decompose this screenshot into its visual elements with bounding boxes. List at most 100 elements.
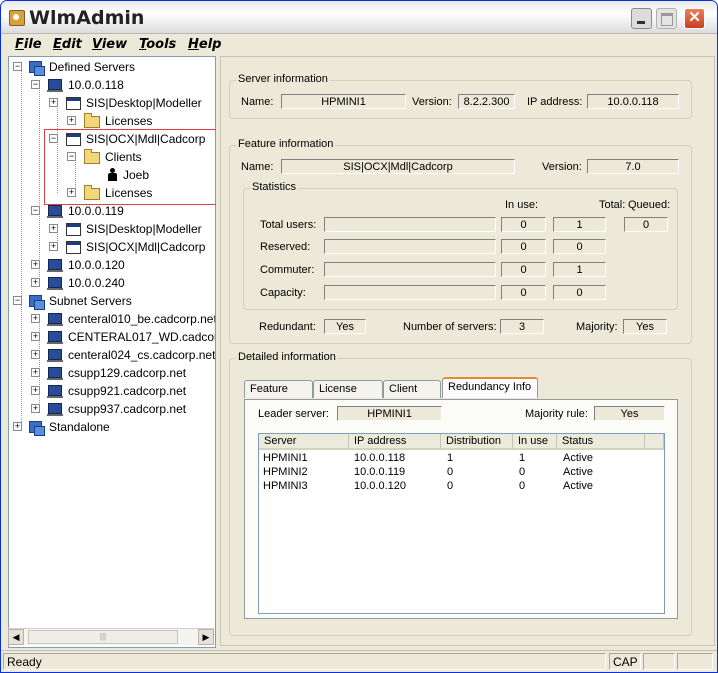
feature-version-field: 7.0 xyxy=(587,159,679,174)
tab-feature-info[interactable]: Feature Info xyxy=(244,380,313,412)
server-icon xyxy=(47,277,63,290)
scroll-right-icon[interactable]: ▶ xyxy=(198,629,214,645)
pane-splitter[interactable] xyxy=(216,56,219,648)
expand-icon[interactable]: + xyxy=(31,278,40,287)
tab-license-info[interactable]: License Info xyxy=(313,380,383,412)
tab-client-info[interactable]: Client Info xyxy=(383,380,441,412)
commuter-total: 1 xyxy=(553,262,606,277)
collapse-icon[interactable]: − xyxy=(31,206,40,215)
server-version-label: Version: xyxy=(412,96,452,108)
reserved-in-use: 0 xyxy=(501,239,546,254)
col-in-use-header[interactable]: In use xyxy=(513,434,557,450)
detailed-info-group: Detailed information Feature Info Licens… xyxy=(229,351,692,636)
majority-field: Yes xyxy=(623,319,667,334)
capacity-label: Capacity: xyxy=(260,287,306,299)
server-ip-label: IP address: xyxy=(527,96,583,108)
total-users-bar xyxy=(324,217,496,232)
server-name-field: HPMINI1 xyxy=(281,94,406,109)
server-icon xyxy=(47,403,63,416)
tree-horizontal-scrollbar[interactable]: ◀ ||| ▶ xyxy=(8,628,214,645)
reserved-total: 0 xyxy=(553,239,606,254)
expand-icon[interactable]: + xyxy=(31,386,40,395)
col-status-header[interactable]: Status xyxy=(557,434,645,450)
leader-server-label: Leader server: xyxy=(258,408,329,420)
total-users-total: 1 xyxy=(553,217,606,232)
commuter-in-use: 0 xyxy=(501,262,546,277)
statistics-title: Statistics xyxy=(250,181,299,193)
redundancy-servers-list[interactable]: Server IP address Distribution In use St… xyxy=(258,433,665,614)
num-servers-field: 3 xyxy=(500,319,544,334)
col-total-label: Total: xyxy=(599,199,626,211)
expand-icon[interactable]: + xyxy=(49,224,58,233)
redundant-field: Yes xyxy=(324,319,366,334)
col-in-use-label: In use: xyxy=(505,199,539,211)
menu-tools[interactable]: Tools xyxy=(139,37,176,52)
majority-label: Majority: xyxy=(576,321,618,333)
close-icon: ✕ xyxy=(688,9,701,26)
minimize-button[interactable] xyxy=(631,8,652,29)
caps-lock-indicator: CAP xyxy=(609,653,641,670)
feature-icon xyxy=(66,97,81,110)
capacity-bar xyxy=(324,285,496,300)
menu-file[interactable]: File xyxy=(15,37,42,52)
expand-icon[interactable]: + xyxy=(31,368,40,377)
app-icon[interactable] xyxy=(9,10,25,26)
scroll-thumb[interactable]: ||| xyxy=(28,630,178,644)
num-servers-label: Number of servers: xyxy=(403,321,497,333)
expand-icon[interactable]: + xyxy=(31,350,40,359)
num-lock-indicator xyxy=(643,653,675,670)
redundant-label: Redundant: xyxy=(259,321,316,333)
server-icon xyxy=(47,349,63,362)
tab-redundancy-info[interactable]: Redundancy Info xyxy=(442,377,538,398)
col-distribution-header[interactable]: Distribution xyxy=(441,434,513,450)
window-title: WlmAdmin xyxy=(29,7,145,29)
collapse-icon[interactable]: − xyxy=(13,62,22,71)
col-server-header[interactable]: Server xyxy=(259,434,349,450)
expand-icon[interactable]: + xyxy=(67,116,76,125)
total-users-label: Total users: xyxy=(260,219,317,231)
menu-help[interactable]: Help xyxy=(188,37,221,52)
server-version-field: 8.2.2.300 xyxy=(458,94,515,109)
reserved-bar xyxy=(324,239,496,254)
expand-icon[interactable]: + xyxy=(31,332,40,341)
servers-group-icon xyxy=(29,61,45,76)
maximize-button[interactable] xyxy=(656,8,677,29)
reserved-label: Reserved: xyxy=(260,241,311,253)
status-text: Ready xyxy=(3,653,606,670)
scroll-lock-indicator xyxy=(677,653,713,670)
detail-tabs: Feature Info License Info Client Info Re… xyxy=(244,377,684,412)
feature-info-group: Feature information Name: SIS|OCX|Mdl|Ca… xyxy=(229,138,692,344)
menu-edit[interactable]: Edit xyxy=(53,37,82,52)
server-icon xyxy=(47,205,63,218)
redundancy-tab-page: Leader server: HPMINI1 Majority rule: Ye… xyxy=(244,399,678,619)
folder-icon xyxy=(84,113,100,128)
scroll-left-icon[interactable]: ◀ xyxy=(8,629,24,645)
menu-view[interactable]: View xyxy=(92,37,127,52)
feature-version-label: Version: xyxy=(542,161,582,173)
collapse-icon[interactable]: − xyxy=(13,296,22,305)
expand-icon[interactable]: + xyxy=(31,314,40,323)
title-bar[interactable]: WlmAdmin ✕ xyxy=(1,1,717,34)
expand-icon[interactable]: + xyxy=(31,260,40,269)
expand-icon[interactable]: + xyxy=(31,404,40,413)
status-bar: Ready CAP xyxy=(1,650,717,672)
feature-name-field: SIS|OCX|Mdl|Cadcorp xyxy=(281,159,515,174)
feature-info-title: Feature information xyxy=(236,138,336,150)
col-filler-header xyxy=(645,434,664,450)
capacity-in-use: 0 xyxy=(501,285,546,300)
menu-bar: File Edit View Tools Help xyxy=(1,34,717,54)
feature-icon xyxy=(66,241,81,254)
collapse-icon[interactable]: − xyxy=(31,80,40,89)
servers-group-icon xyxy=(29,421,45,436)
server-info-group: Server information Name: HPMINI1 Version… xyxy=(229,73,692,119)
leader-server-field: HPMINI1 xyxy=(337,406,442,421)
expand-icon[interactable]: + xyxy=(49,242,58,251)
commuter-label: Commuter: xyxy=(260,264,315,276)
col-ip-header[interactable]: IP address xyxy=(349,434,441,450)
expand-icon[interactable]: + xyxy=(49,98,58,107)
server-info-title: Server information xyxy=(236,73,330,85)
expand-icon[interactable]: + xyxy=(13,422,22,431)
close-button[interactable]: ✕ xyxy=(684,8,705,29)
server-icon xyxy=(47,313,63,326)
feature-icon xyxy=(66,223,81,236)
